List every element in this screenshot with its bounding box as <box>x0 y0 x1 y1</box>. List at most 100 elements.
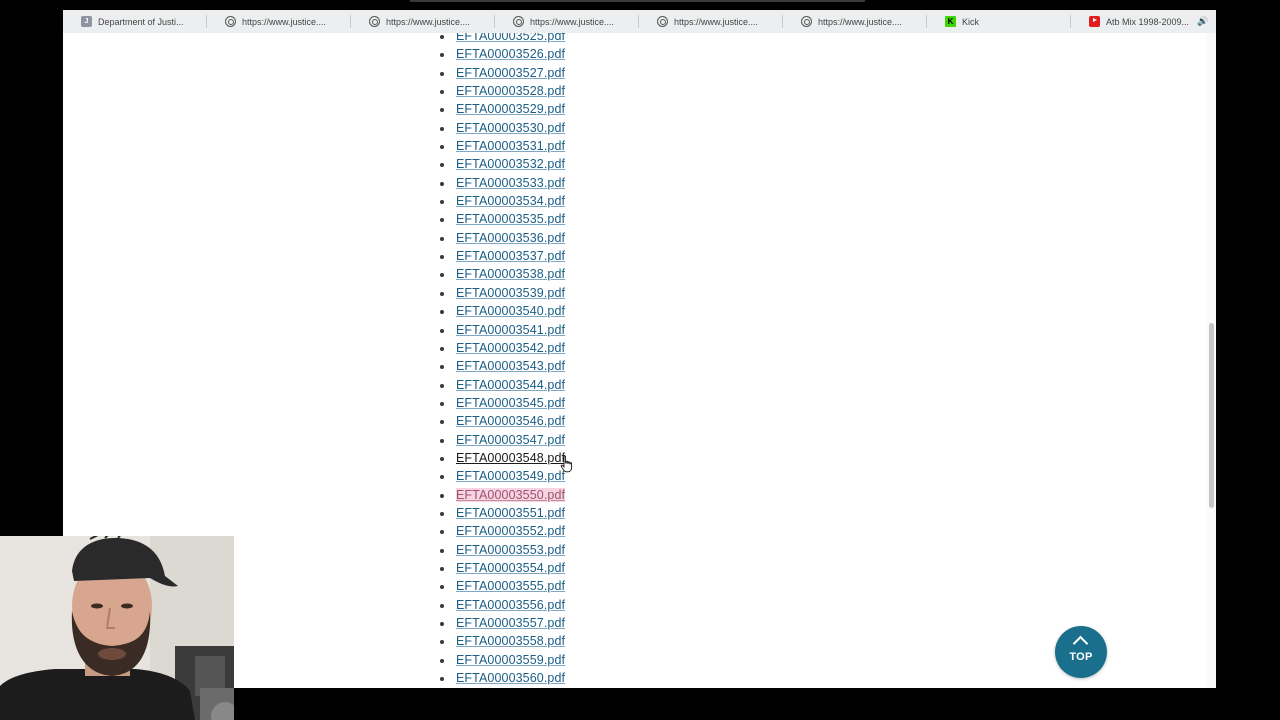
pdf-file-link[interactable]: EFTA00003533.pdf <box>456 176 565 190</box>
pdf-file-link[interactable]: EFTA00003539.pdf <box>456 286 565 300</box>
bullet-icon <box>440 622 444 626</box>
list-item: EFTA00003552.pdf <box>436 522 565 540</box>
bullet-icon <box>440 640 444 645</box>
pdf-file-link[interactable]: EFTA00003534.pdf <box>456 194 565 208</box>
browser-tab[interactable]: https://www.justice.... <box>783 10 927 33</box>
bullet-icon <box>440 310 444 315</box>
pdf-file-link[interactable]: EFTA00003545.pdf <box>456 396 565 410</box>
pdf-file-link[interactable]: EFTA00003538.pdf <box>456 267 565 281</box>
vertical-scrollbar[interactable] <box>1206 33 1216 688</box>
pdf-file-link[interactable]: EFTA00003549.pdf <box>456 469 565 483</box>
list-item: EFTA00003533.pdf <box>436 174 565 192</box>
list-item: EFTA00003558.pdf <box>436 632 565 650</box>
pdf-file-link[interactable]: EFTA00003546.pdf <box>456 414 565 428</box>
pdf-file-link[interactable]: EFTA00003547.pdf <box>456 433 565 447</box>
hand-pointer-cursor-icon <box>560 455 573 473</box>
list-item: EFTA00003560.pdf <box>436 669 565 687</box>
pdf-file-link[interactable]: EFTA00003530.pdf <box>456 121 565 135</box>
browser-tab[interactable]: https://www.justice.... <box>495 10 639 33</box>
bullet-icon <box>440 420 444 425</box>
bullet-icon <box>440 475 444 480</box>
list-item: EFTA00003555.pdf <box>436 577 565 595</box>
bullet-icon <box>440 456 444 461</box>
pdf-file-link[interactable]: EFTA00003543.pdf <box>456 359 565 373</box>
pdf-file-link[interactable]: EFTA00003548.pdf <box>456 451 565 465</box>
browser-tab-title: https://www.justice.... <box>530 16 615 27</box>
bullet-icon <box>440 126 444 131</box>
bullet-icon <box>440 255 444 260</box>
bullet-icon <box>440 401 444 406</box>
pdf-file-link[interactable]: EFTA00003526.pdf <box>456 47 565 61</box>
pdf-file-link[interactable]: EFTA00003555.pdf <box>456 579 565 593</box>
browser-tab[interactable]: K Kick <box>927 10 1071 33</box>
pdf-file-link[interactable]: EFTA00003535.pdf <box>456 212 565 226</box>
pdf-file-link[interactable]: EFTA00003557.pdf <box>456 616 565 630</box>
browser-tab[interactable]: https://www.justice.... <box>639 10 783 33</box>
browser-tab[interactable]: J Department of Justi... <box>63 10 207 33</box>
pdf-file-link[interactable]: EFTA00003537.pdf <box>456 249 565 263</box>
globe-icon <box>225 16 236 27</box>
bullet-icon <box>440 365 444 370</box>
pdf-file-link[interactable]: EFTA00003550.pdf <box>456 487 566 502</box>
list-item: EFTA00003548.pdf <box>436 449 565 467</box>
browser-tab-title: https://www.justice.... <box>818 16 903 27</box>
pdf-file-link[interactable]: EFTA00003554.pdf <box>456 561 565 575</box>
list-item: EFTA00003542.pdf <box>436 339 565 357</box>
bullet-icon <box>440 163 444 168</box>
list-item: EFTA00003550.pdf <box>436 486 566 504</box>
list-item: EFTA00003539.pdf <box>436 284 565 302</box>
list-item: EFTA00003532.pdf <box>436 155 565 173</box>
pdf-file-link[interactable]: EFTA00003556.pdf <box>456 598 565 612</box>
list-item: EFTA00003529.pdf <box>436 100 565 118</box>
bullet-icon <box>440 328 444 333</box>
bullet-icon <box>440 218 444 223</box>
bullet-icon <box>440 493 444 498</box>
bullet-icon <box>440 438 444 443</box>
list-item: EFTA00003535.pdf <box>436 210 565 228</box>
browser-tab[interactable]: https://www.justice.... <box>207 10 351 33</box>
pdf-file-link[interactable]: EFTA00003558.pdf <box>456 634 565 648</box>
pdf-file-link[interactable]: EFTA00003531.pdf <box>456 139 565 153</box>
pdf-file-link[interactable]: EFTA00003551.pdf <box>456 506 565 520</box>
browser-tab[interactable]: https://www.justice.... <box>351 10 495 33</box>
browser-window: J Department of Justi... https://www.justi… <box>63 10 1216 688</box>
pdf-file-link[interactable]: EFTA00003527.pdf <box>456 66 565 80</box>
list-item: EFTA00003553.pdf <box>436 541 565 559</box>
bullet-icon <box>440 108 444 113</box>
list-item: EFTA00003538.pdf <box>436 265 565 283</box>
webcam-overlay <box>0 536 234 720</box>
pdf-file-link[interactable]: EFTA00003552.pdf <box>456 524 565 538</box>
bottom-bar <box>234 688 1280 720</box>
list-item: EFTA00003525.pdf <box>436 33 565 45</box>
browser-tab-title: https://www.justice.... <box>386 16 471 27</box>
bullet-icon <box>440 658 444 663</box>
browser-tab[interactable]: Atb Mix 1998-2009... 🔊 <box>1071 10 1215 33</box>
pdf-file-link[interactable]: EFTA00003542.pdf <box>456 341 565 355</box>
pdf-file-link[interactable]: EFTA00003532.pdf <box>456 157 565 171</box>
file-list: EFTA00003525.pdf EFTA00003526.pdf EFTA0000… <box>436 33 566 687</box>
pdf-file-link[interactable]: EFTA00003540.pdf <box>456 304 565 318</box>
pdf-file-link[interactable]: EFTA00003544.pdf <box>456 378 565 392</box>
pdf-file-link[interactable]: EFTA00003541.pdf <box>456 323 565 337</box>
pdf-file-link[interactable]: EFTA00003560.pdf <box>456 671 565 685</box>
pdf-file-link[interactable]: EFTA00003525.pdf <box>456 33 565 43</box>
list-item: EFTA00003543.pdf <box>436 357 565 375</box>
list-item: EFTA00003528.pdf <box>436 82 565 100</box>
scrollbar-thumb[interactable] <box>1209 323 1214 508</box>
list-item: EFTA00003557.pdf <box>436 614 565 632</box>
pdf-file-link[interactable]: EFTA00003559.pdf <box>456 653 565 667</box>
audio-playing-icon[interactable]: 🔊 <box>1197 16 1208 27</box>
list-item: EFTA00003534.pdf <box>436 192 565 210</box>
list-item: EFTA00003537.pdf <box>436 247 565 265</box>
back-to-top-label: TOP <box>1069 651 1093 663</box>
pdf-file-link[interactable]: EFTA00003536.pdf <box>456 231 565 245</box>
pdf-file-link[interactable]: EFTA00003529.pdf <box>456 102 565 116</box>
bullet-icon <box>440 346 444 351</box>
list-item: EFTA00003541.pdf <box>436 321 565 339</box>
back-to-top-button[interactable]: TOP <box>1055 626 1107 678</box>
pdf-file-link[interactable]: EFTA00003528.pdf <box>456 84 565 98</box>
bullet-icon <box>440 200 444 205</box>
pdf-file-link[interactable]: EFTA00003553.pdf <box>456 543 565 557</box>
list-item: EFTA00003545.pdf <box>436 394 565 412</box>
bullet-icon <box>440 511 444 516</box>
